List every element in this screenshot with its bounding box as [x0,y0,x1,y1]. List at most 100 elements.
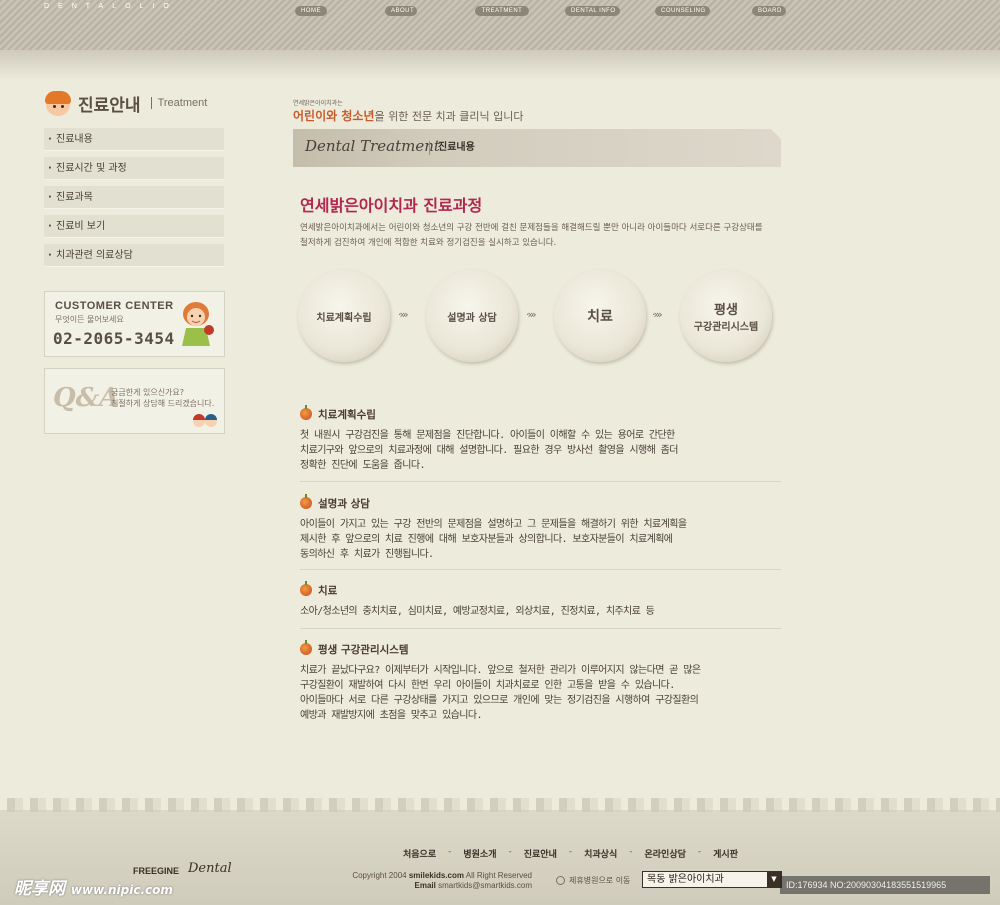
section-consult: 설명과 상담 아이들이 가지고 있는 구강 전반의 문제점을 설명하고 그 문제… [300,494,781,562]
section-line: 아이들마다 서로 다른 구강상태를 가지고 있으므로 개인에 맞는 정기검진을 … [300,695,699,706]
tagline: 어린이와 청소년을 위한 전문 치과 클리닉 입니다 [293,107,524,124]
step-arrow-icon: ·››› [652,308,663,321]
related-label: 제휴병원으로 이동 [569,876,631,885]
section-body: 치료가 끝났다구요? 이제부터가 시작입니다. 앞으로 철저한 관리가 이루어지… [300,663,781,723]
sidebar-item-treatment-content[interactable]: 진료내용 [44,128,224,151]
apple-icon [300,640,312,655]
footer-link-about[interactable]: 병원소개 [463,847,496,860]
section-line: 예방과 재발방지에 초점을 맞추고 있습니다. [300,710,483,721]
section-line: 제시한 후 앞으로의 치료 진행에 대해 보호자분들과 상의합니다. 보호자분들… [300,534,673,545]
divider [300,569,781,570]
qa-line-2: 친절하게 상담해 드리겠습니다. [111,399,215,408]
customer-center-phone: 02-2065-3454 [53,329,175,348]
footer-link-treatment[interactable]: 진료안내 [524,847,557,860]
kid-face-icon [44,90,74,116]
page-title-bar: Dental Treatment 진료내용 [293,129,781,167]
section-line: 치료기구와 앞으로의 치료과정에 대해 설명합니다. 필요한 경우 방사선 촬영… [300,445,678,456]
sidebar-menu: 진료내용 진료시간 및 과정 진료과목 진료비 보기 치과관련 의료상담 [44,128,224,273]
customer-center-banner[interactable]: CUSTOMER CENTER 무엇이든 물어보세요 02-2065-3454 [44,291,225,357]
footer-link-dental-info[interactable]: 치과상식 [584,847,617,860]
section-title: 설명과 상담 [318,497,370,510]
customer-center-subtitle: 무엇이든 물어보세요 [55,315,124,324]
divider [300,628,781,629]
section-lifetime-care: 평생 구강관리시스템 치료가 끝났다구요? 이제부터가 시작입니다. 앞으로 철… [300,640,781,723]
tagline-small: 연세밝은아이치과는 [293,100,343,107]
sidebar-item-hours-process[interactable]: 진료시간 및 과정 [44,157,224,180]
qa-banner[interactable]: Q&A 궁금한게 있으신가요? 친절하게 상담해 드리겠습니다. [44,368,225,434]
tagline-highlight: 어린이와 청소년 [293,109,375,123]
title-script: Dental Treatment [305,137,440,155]
step-arrow-icon: ·››› [526,308,537,321]
section-line: 소아/청소년의 충치치료, 심미치료, 예방교정치료, 외상치료, 진정치료, … [300,606,655,617]
footer-links: 처음으로 - 병원소개 - 진료안내 - 치과상식 - 온라인상담 - 게시판 [403,847,750,860]
section-line: 정확한 진단에 도움을 줍니다. [300,460,425,471]
girl-illustration-icon [182,302,214,346]
step-lifetime-label-2: 구강관리시스템 [693,322,759,333]
step-consult: 설명과 상담 [426,270,518,362]
sidebar-item-consultation[interactable]: 치과관련 의료상담 [44,244,224,267]
section-line: 아이들이 가지고 있는 구강 전반의 문제점을 설명하고 그 문제들을 해결하기… [300,519,687,530]
kids-icon [193,414,217,427]
nav-dental-info[interactable]: DENTAL INFO [565,6,620,16]
footer-link-home[interactable]: 처음으로 [403,847,436,860]
step-plan: 치료계획수립 [298,270,390,362]
footer-separator: - [697,847,702,857]
qa-text: 궁금한게 있으신가요? 친절하게 상담해 드리겠습니다. [111,387,221,409]
intro-text: 연세밝은아이치과에서는 어린이와 청소년의 구강 전반에 걸친 문제점들을 해결… [300,223,763,248]
section-plan: 치료계획수립 첫 내원시 구강검진을 통해 문제점을 진단합니다. 아이들이 이… [300,405,781,473]
related-hospital-label: 제휴병원으로 이동 [556,875,630,886]
step-lifetime-label-1: 평생 [714,303,738,318]
apple-icon [300,581,312,596]
sidebar-item-departments[interactable]: 진료과목 [44,186,224,209]
step-arrow-icon: ·››› [398,308,409,321]
nav-board[interactable]: BOARD [752,6,786,16]
copyright-site: smilekids.com [408,871,464,880]
qa-logo: Q&A [53,383,120,413]
sidebar-title: 진료안내 Treatment [44,90,207,116]
nav-about[interactable]: ABOUT [385,6,417,16]
nav-treatment[interactable]: TREATMENT [475,6,529,16]
copyright: Copyright 2004 smilekids.com All Right R… [310,871,532,891]
section-title: 평생 구강관리시스템 [318,643,409,656]
footer-separator: - [629,847,633,857]
site-logo[interactable]: DENTALOLIO [44,3,178,10]
nav-counseling[interactable]: COUNSELING [655,6,710,16]
section-line: 동의하신 후 치료가 진행됩니다. [300,549,434,560]
related-hospital-select[interactable]: 목동 밝은아이치과 ▼ [642,871,782,888]
sidebar-title-en: Treatment [150,97,207,109]
step-plan-label: 치료계획수립 [316,312,372,324]
footer-separator: - [568,847,573,857]
chevron-down-icon[interactable]: ▼ [767,872,781,887]
watermark-text: 昵享网 [14,879,65,899]
qa-line-1: 궁금한게 있으신가요? [111,388,185,397]
step-treatment: 치료 [554,270,646,362]
related-select-value: 목동 밝은아이치과 [647,874,724,885]
footer-separator: - [448,847,452,857]
section-body: 소아/청소년의 충치치료, 심미치료, 예방교정치료, 외상치료, 진정치료, … [300,604,781,619]
sidebar-item-fees[interactable]: 진료비 보기 [44,215,224,238]
footer-logo-script: Dental [188,861,232,876]
section-line: 치료가 끝났다구요? 이제부터가 시작입니다. 앞으로 철저한 관리가 이루어지… [300,665,701,676]
footer-separator: - [508,847,512,857]
breadcrumb: 진료내용 [429,141,475,155]
section-treatment: 치료 소아/청소년의 충치치료, 심미치료, 예방교정치료, 외상치료, 진정치… [300,581,781,619]
apple-icon [300,405,312,420]
divider [300,481,781,482]
apple-icon [300,494,312,509]
nav-home[interactable]: HOME [295,6,327,16]
radio-icon [556,876,565,885]
step-treatment-label: 치료 [587,309,613,325]
process-diagram: 치료계획수립 ·››› 설명과 상담 ·››› 치료 ·››› 평생 구강관리시… [298,270,778,362]
page-heading: 연세밝은아이치과 진료과정 [300,196,483,215]
sidebar-title-ko: 진료안내 [78,95,141,116]
email-link[interactable]: smartkids@smartkids.com [438,881,532,890]
section-body: 첫 내원시 구강검진을 통해 문제점을 진단합니다. 아이들이 이해할 수 있는… [300,428,781,473]
email-label: Email [414,881,436,890]
top-bar: DENTALOLIO HOME ABOUT TREATMENT DENTAL I… [0,0,1000,80]
footer-link-board[interactable]: 게시판 [713,847,738,860]
copyright-prefix: Copyright 2004 [352,871,407,880]
footer-link-counseling[interactable]: 온라인상담 [645,847,686,860]
section-line: 구강질환이 재발하여 다시 한번 우리 아이들이 치과치료로 인한 고통을 받을… [300,680,675,691]
section-title: 치료 [318,584,338,597]
watermark-logo: 昵享网 www.nipic.com [14,874,173,899]
